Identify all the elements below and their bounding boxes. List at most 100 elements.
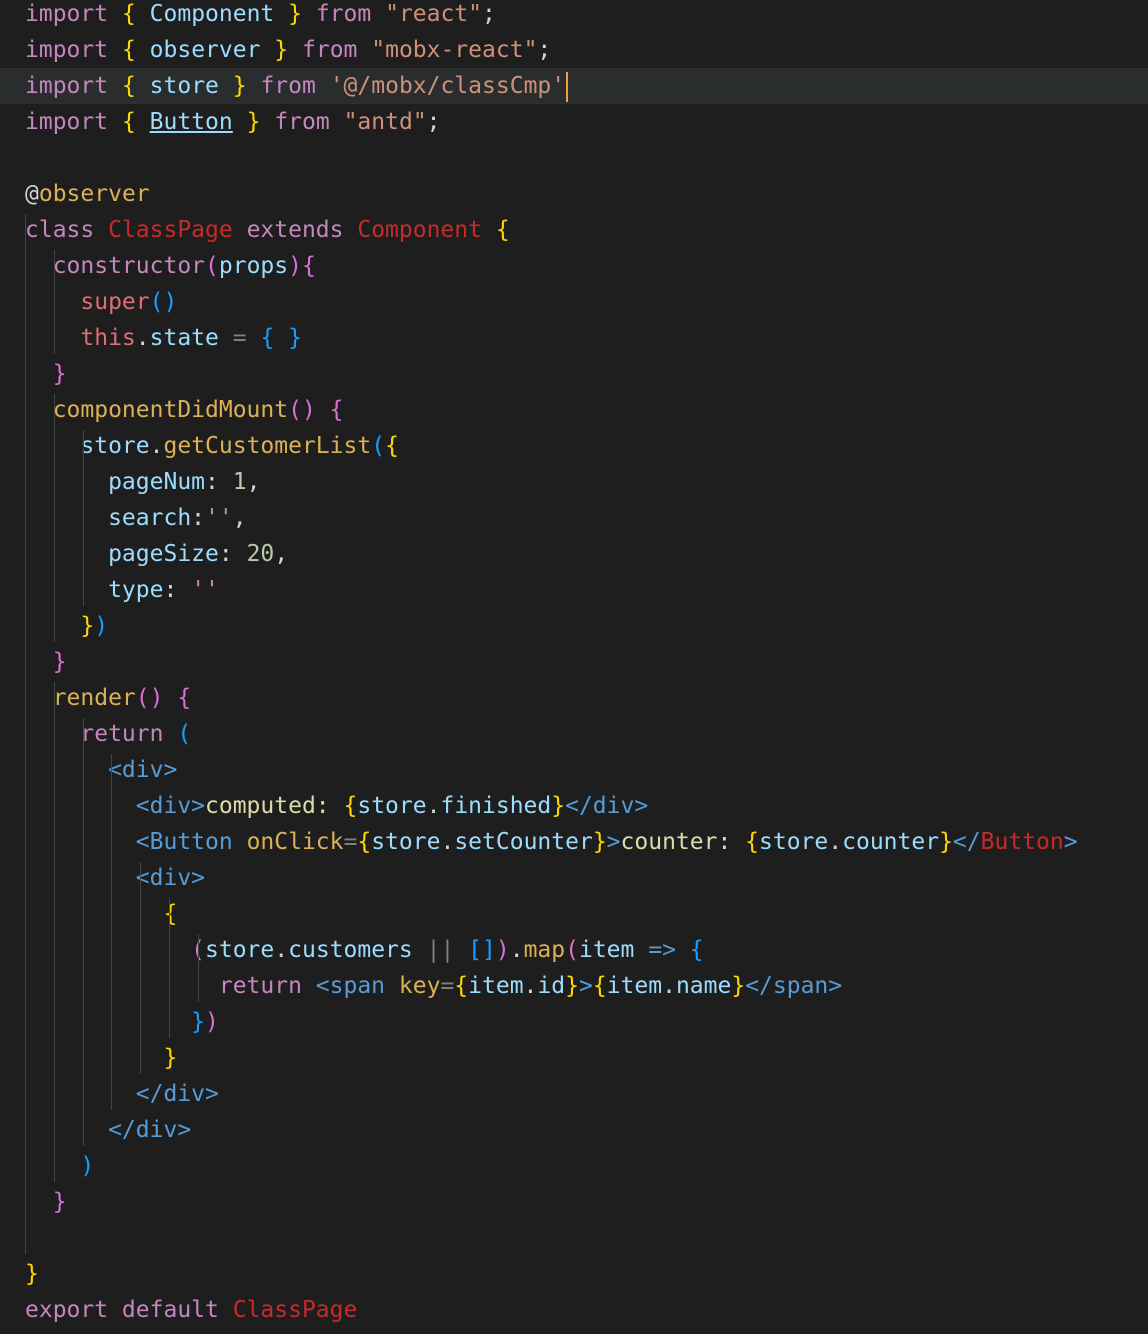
code-line[interactable]: </div> xyxy=(0,1076,1148,1112)
code-line[interactable]: this.state = { } xyxy=(0,320,1148,356)
code-line[interactable]: @observer xyxy=(0,176,1148,212)
code-token: customers xyxy=(288,937,413,963)
code-token: from xyxy=(246,73,330,99)
code-text: <div> xyxy=(25,752,177,788)
code-text: return <span key={item.id}>{item.name}</… xyxy=(25,968,842,1004)
code-line[interactable]: } xyxy=(0,1256,1148,1292)
code-token: } xyxy=(25,1189,67,1215)
code-line[interactable]: return <span key={item.id}>{item.name}</… xyxy=(0,968,1148,1004)
code-token: . xyxy=(828,829,843,855)
code-line[interactable]: import { Component } from "react"; xyxy=(0,0,1148,32)
code-line[interactable]: import { Button } from "antd"; xyxy=(0,104,1148,140)
code-token: import xyxy=(25,109,109,135)
code-token: props xyxy=(218,253,289,279)
code-text: class ClassPage extends Component { xyxy=(25,212,510,248)
code-line[interactable]: { xyxy=(0,896,1148,932)
code-token: ( xyxy=(371,433,386,459)
code-token: } xyxy=(25,1261,39,1287)
code-token: ClassPage xyxy=(232,1297,358,1323)
code-token: item xyxy=(578,937,649,963)
code-line[interactable]: }) xyxy=(0,1004,1148,1040)
code-line[interactable] xyxy=(0,140,1148,176)
code-token: observer xyxy=(38,181,150,207)
code-text: search:'', xyxy=(25,500,247,536)
code-text: pageNum: 1, xyxy=(25,464,260,500)
code-token: = xyxy=(440,973,455,999)
code-text: import { observer } from "mobx-react"; xyxy=(25,32,551,68)
code-token: onClick xyxy=(232,829,344,855)
code-line[interactable]: componentDidMount() { xyxy=(0,392,1148,428)
code-token: . xyxy=(426,793,441,819)
code-line[interactable]: <div>computed: {store.finished}</div> xyxy=(0,788,1148,824)
code-text: export default ClassPage xyxy=(25,1292,357,1328)
code-token: </div> xyxy=(25,1117,192,1143)
code-token: class xyxy=(25,217,109,243)
code-line[interactable]: } xyxy=(0,356,1148,392)
code-token: 20 xyxy=(246,541,275,567)
code-line[interactable]: return ( xyxy=(0,716,1148,752)
code-token: ) xyxy=(94,613,109,639)
indent-guide xyxy=(169,898,170,1038)
code-token: name xyxy=(675,973,732,999)
code-token: ( xyxy=(205,253,219,279)
code-token: ) xyxy=(495,937,510,963)
code-token: store xyxy=(371,829,441,855)
code-line[interactable]: import { store } from '@/mobx/classCmp' xyxy=(0,68,1148,104)
code-line[interactable]: (store.customers || []).map(item => { xyxy=(0,932,1148,968)
code-token: } xyxy=(288,1,302,27)
code-token: } xyxy=(25,361,67,387)
code-token: </ xyxy=(952,829,981,855)
indent-guide xyxy=(198,934,199,1002)
code-text: (store.customers || []).map(item => { xyxy=(25,932,703,968)
code-line[interactable]: <div> xyxy=(0,752,1148,788)
code-token: 1 xyxy=(232,469,247,495)
code-line[interactable]: export default ClassPage xyxy=(0,1292,1148,1328)
code-token: } xyxy=(25,1045,178,1071)
code-text: </div> xyxy=(25,1112,191,1148)
code-line[interactable]: pageNum: 1, xyxy=(0,464,1148,500)
code-line[interactable]: super() xyxy=(0,284,1148,320)
code-token: => xyxy=(648,937,676,963)
code-line[interactable]: import { observer } from "mobx-react"; xyxy=(0,32,1148,68)
code-text: this.state = { } xyxy=(25,320,302,356)
code-line[interactable]: </div> xyxy=(0,1112,1148,1148)
code-line[interactable]: class ClassPage extends Component { xyxy=(0,212,1148,248)
code-token: finished xyxy=(440,793,552,819)
code-token: { xyxy=(121,1,136,27)
code-token: } xyxy=(246,109,261,135)
text-cursor xyxy=(566,71,569,102)
code-token: { xyxy=(25,901,178,927)
code-line[interactable]: } xyxy=(0,1040,1148,1076)
code-line[interactable]: } xyxy=(0,1184,1148,1220)
code-line[interactable]: } xyxy=(0,644,1148,680)
code-line[interactable]: constructor(props){ xyxy=(0,248,1148,284)
code-token: from xyxy=(260,109,344,135)
code-line[interactable]: <div> xyxy=(0,860,1148,896)
code-line[interactable]: ) xyxy=(0,1148,1148,1184)
code-token: counter: xyxy=(620,829,746,855)
code-token: </div> xyxy=(565,793,649,819)
code-line[interactable]: type: '' xyxy=(0,572,1148,608)
code-line[interactable]: store.getCustomerList({ xyxy=(0,428,1148,464)
code-token: ; xyxy=(482,1,496,27)
code-text: pageSize: 20, xyxy=(25,536,288,572)
code-token: , xyxy=(232,505,247,531)
code-token: '' xyxy=(191,577,219,603)
code-line[interactable]: search:'', xyxy=(0,500,1148,536)
code-token: } xyxy=(551,793,566,819)
code-token: id xyxy=(537,973,566,999)
code-line[interactable] xyxy=(0,1220,1148,1256)
code-text: }) xyxy=(25,608,108,644)
code-editor[interactable]: import { Component } from "react"; import… xyxy=(0,0,1148,1334)
code-line[interactable]: pageSize: 20, xyxy=(0,536,1148,572)
code-line[interactable]: <Button onClick={store.setCounter}>count… xyxy=(0,824,1148,860)
code-token: observer xyxy=(135,37,275,63)
code-line[interactable]: }) xyxy=(0,608,1148,644)
code-line[interactable]: render() { xyxy=(0,680,1148,716)
code-token: setCounter xyxy=(454,829,593,855)
code-text: store.getCustomerList({ xyxy=(25,428,399,464)
code-text: return ( xyxy=(25,716,191,752)
